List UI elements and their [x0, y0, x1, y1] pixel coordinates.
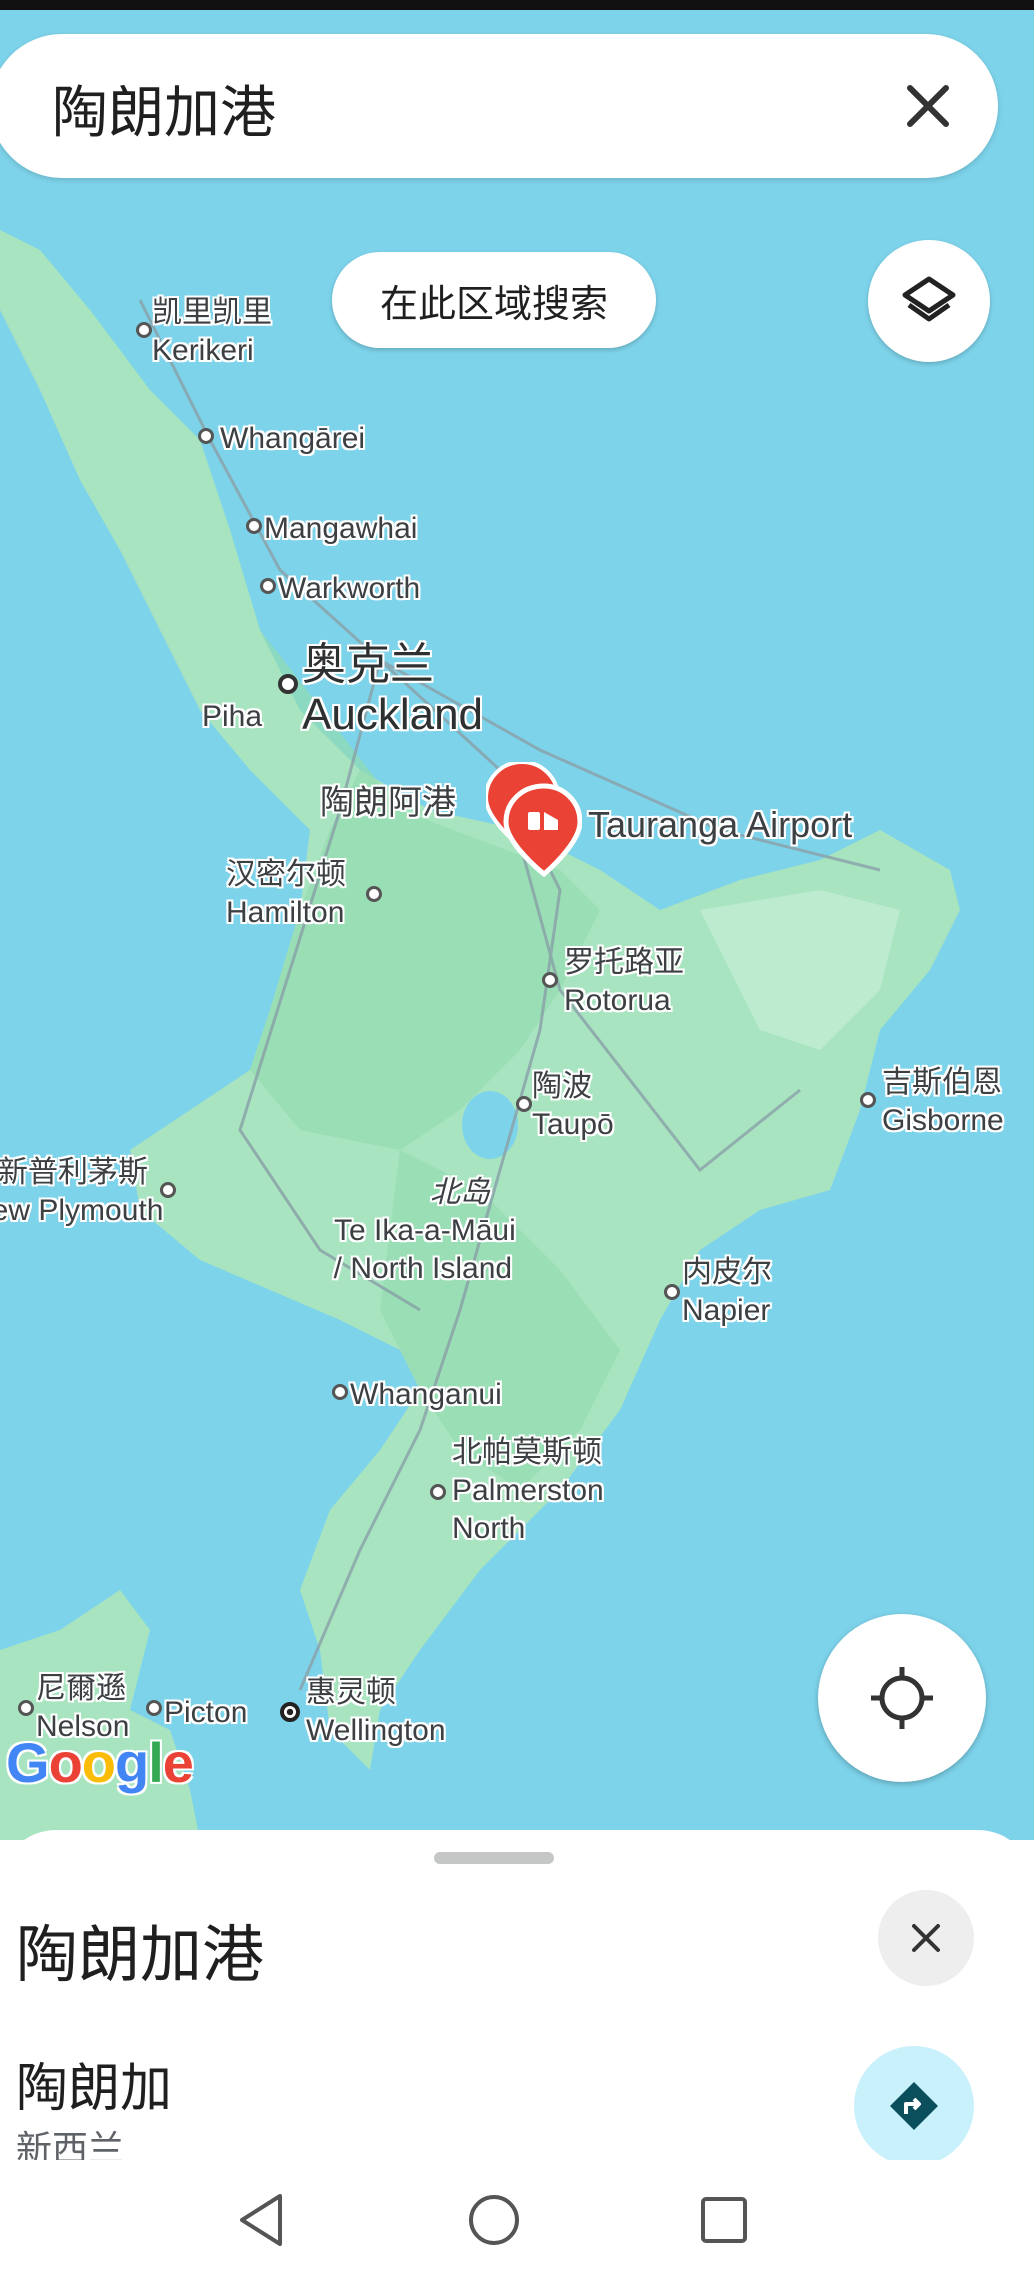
- search-bar[interactable]: 陶朗加港: [0, 34, 998, 178]
- map-label-taupo[interactable]: 陶波 Taupō: [532, 1068, 614, 1144]
- layers-icon: [902, 276, 956, 322]
- close-icon[interactable]: [898, 76, 958, 136]
- search-query[interactable]: 陶朗加港: [52, 68, 276, 149]
- sheet-title: 陶朗加港: [16, 1918, 265, 1991]
- map-label-piha[interactable]: Piha: [202, 698, 262, 736]
- layers-button[interactable]: [868, 240, 990, 362]
- search-this-area-button[interactable]: 在此区域搜索: [332, 252, 656, 348]
- city-dot: [146, 1700, 162, 1716]
- directions-button[interactable]: [854, 2046, 974, 2160]
- city-dot: [278, 674, 298, 694]
- back-triangle-icon: [240, 2194, 282, 2246]
- map-label-mangawhai[interactable]: Mangawhai: [264, 510, 417, 548]
- map-label-whanganui[interactable]: Whanganui: [350, 1376, 502, 1414]
- my-location-button[interactable]: [818, 1614, 986, 1782]
- google-logo: Google: [6, 1731, 194, 1794]
- map-label-rotorua[interactable]: 罗托路亚 Rotorua: [564, 944, 684, 1020]
- city-dot: [136, 322, 152, 338]
- my-location-icon: [871, 1667, 933, 1729]
- map-label-north-island[interactable]: 北岛 Te Ika-a-Māui / North Island: [334, 1174, 516, 1288]
- city-dot: [332, 1384, 348, 1400]
- result-subtitle: 新西兰: [16, 2129, 125, 2160]
- city-dot: [198, 428, 214, 444]
- bottom-sheet[interactable]: 陶朗加港 陶朗加 新西兰: [0, 1830, 1034, 2160]
- map-label-tauranga-airport[interactable]: Tauranga Airport: [588, 806, 852, 844]
- close-icon: [912, 1924, 940, 1952]
- map-label-gisborne[interactable]: 吉斯伯恩 Gisborne: [882, 1064, 1004, 1140]
- directions-icon: [890, 2082, 938, 2130]
- result-name[interactable]: 陶朗加: [16, 2046, 172, 2121]
- city-dot: [18, 1700, 34, 1716]
- map-label-palmerston-north[interactable]: 北帕莫斯顿 Palmerston North: [452, 1434, 604, 1548]
- home-button[interactable]: [464, 2190, 524, 2250]
- city-dot: [516, 1096, 532, 1112]
- system-nav-bar: [0, 2160, 1034, 2275]
- map-label-picton[interactable]: Picton: [164, 1694, 247, 1732]
- map-label-auckland[interactable]: 奥克兰 Auckland: [302, 640, 483, 740]
- city-dot: [430, 1484, 446, 1500]
- city-dot: [664, 1284, 680, 1300]
- sheet-drag-handle[interactable]: [434, 1852, 554, 1864]
- map-label-new-plymouth[interactable]: 新普利茅斯New Plymouth: [0, 1154, 163, 1230]
- city-dot: [246, 518, 262, 534]
- capital-dot: [280, 1702, 300, 1722]
- city-dot: [860, 1092, 876, 1108]
- map-label-warkworth[interactable]: Warkworth: [278, 570, 420, 608]
- city-dot: [366, 886, 382, 902]
- city-dot: [260, 578, 276, 594]
- recents-button[interactable]: [694, 2190, 754, 2250]
- map-label-tauranga[interactable]: 陶朗阿港: [320, 784, 456, 822]
- map-label-wellington[interactable]: 惠灵顿 Wellington: [306, 1674, 446, 1750]
- back-button[interactable]: [232, 2190, 292, 2250]
- sheet-close-button[interactable]: [878, 1890, 974, 1986]
- map-label-napier[interactable]: 内皮尔 Napier: [682, 1254, 772, 1330]
- place-pin[interactable]: [486, 762, 582, 880]
- recents-square-icon: [701, 2197, 747, 2243]
- home-circle-icon: [469, 2195, 519, 2245]
- city-dot: [542, 972, 558, 988]
- map-label-kerikeri[interactable]: 凯里凯里 Kerikeri: [152, 294, 272, 370]
- map-label-hamilton[interactable]: 汉密尔顿 Hamilton: [226, 856, 346, 932]
- map-label-whangarei[interactable]: Whangārei: [220, 420, 365, 458]
- status-bar: [0, 0, 1034, 10]
